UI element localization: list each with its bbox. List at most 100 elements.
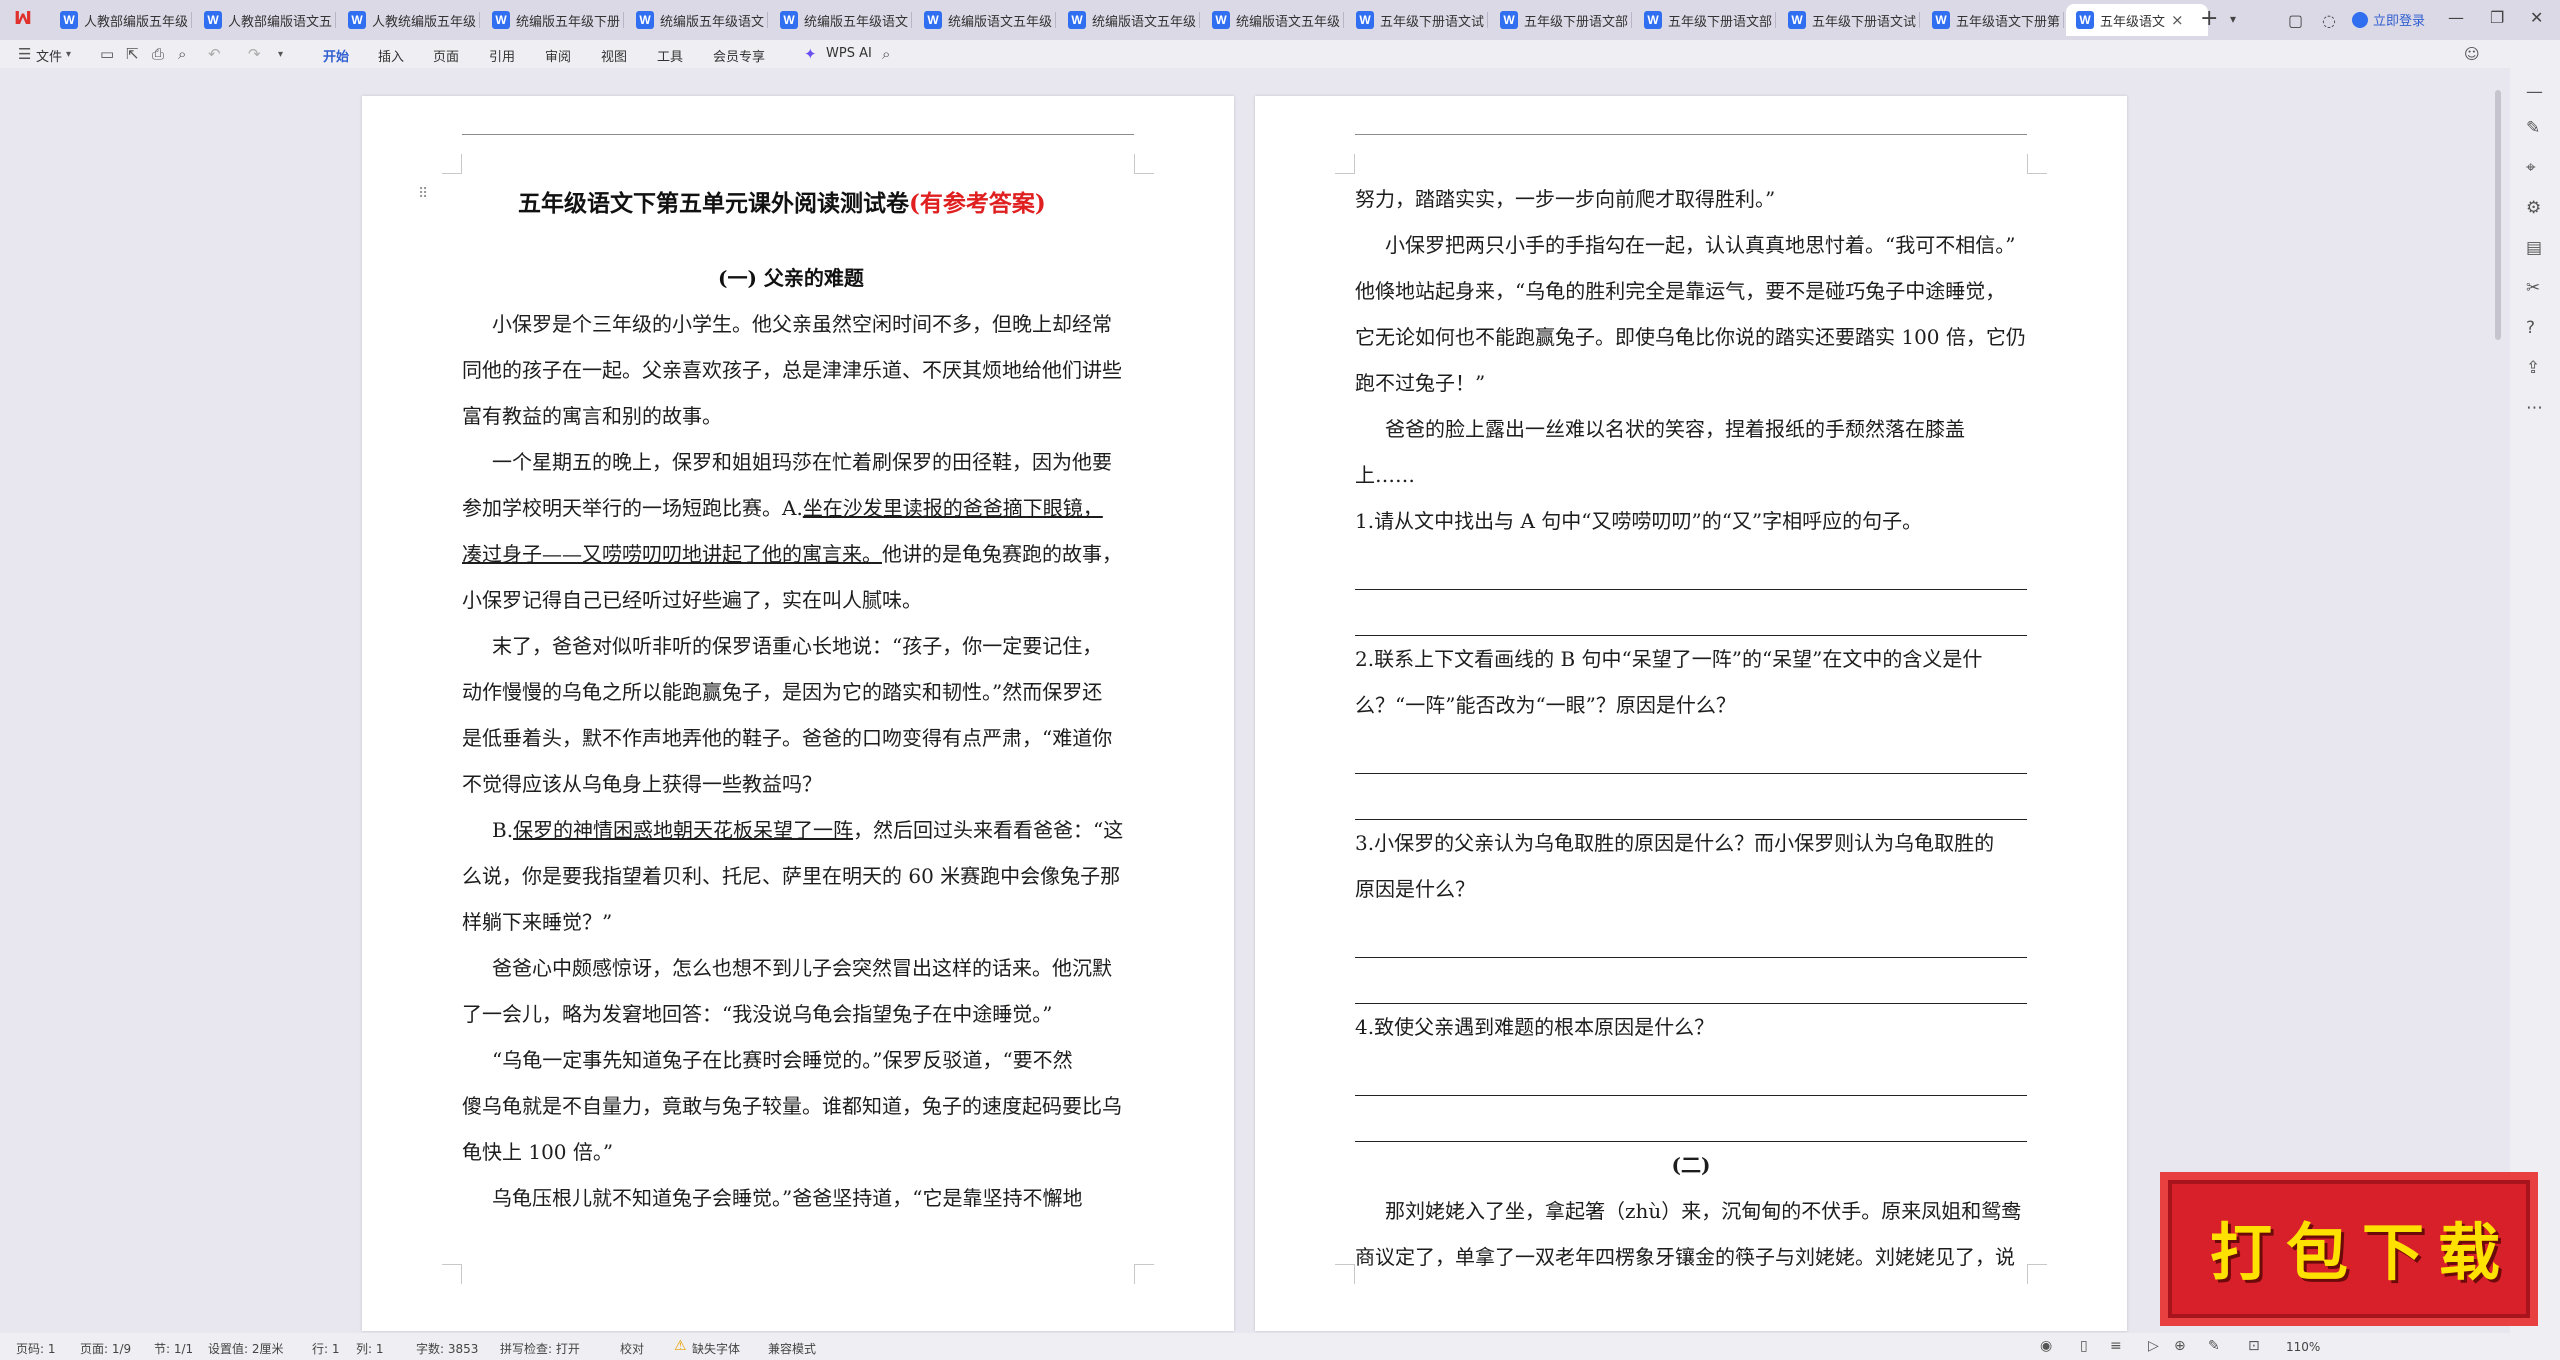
search-icon[interactable]: ⌕ [882, 45, 890, 63]
outline-icon[interactable]: ≡ [2110, 1338, 2122, 1354]
tools-icon[interactable]: ✂ [2526, 278, 2540, 298]
web-view-icon[interactable]: ⊕ [2174, 1338, 2186, 1354]
wps-logo-icon[interactable]: ꟽ [14, 8, 38, 32]
tab-list-chevron-icon[interactable]: ▾ [2230, 12, 2236, 26]
fit-icon[interactable]: ⊡ [2248, 1338, 2260, 1354]
ribbon-tab[interactable]: 视图 [601, 46, 627, 65]
status-col[interactable]: 列: 1 [356, 1340, 384, 1357]
document-tab[interactable]: W 统编版语文五年级 [914, 4, 1056, 36]
close-tab-icon[interactable]: × [2171, 11, 2184, 29]
paragraph-line: 它无论如何也不能跑赢兔子。即使乌龟比你说的踏实还要踏实 100 倍，它仍 [1355, 325, 2026, 349]
play-icon[interactable]: ▷ [2148, 1338, 2159, 1354]
zoom-level[interactable]: 110% [2286, 1340, 2320, 1354]
tab-label: 统编版语文五年级 [1092, 14, 1197, 30]
ribbon-tab[interactable]: 开始 [323, 46, 349, 65]
write-icon[interactable]: ✎ [2208, 1338, 2220, 1354]
vertical-scrollbar[interactable] [2495, 90, 2501, 340]
answer-line[interactable] [1355, 728, 2027, 774]
status-bar: 页码: 1 页面: 1/9 节: 1/1 设置值: 2厘米 行: 1 列: 1 … [0, 1333, 2560, 1360]
document-tab[interactable]: W 统编版五年级语文 [770, 4, 912, 36]
status-section[interactable]: 节: 1/1 [154, 1340, 193, 1357]
tab-bar: ꟽ W 人教部编版五年级 W 人教部编版语文五 W 人教统编版五年级 W 统编版五年级下册 W 统… [0, 0, 2560, 40]
login-button[interactable]: 立即登录 [2352, 10, 2425, 29]
share-side-icon[interactable]: ⇪ [2526, 358, 2540, 378]
settings-icon[interactable]: ⚙ [2526, 198, 2541, 218]
document-tab[interactable]: W 人教部编版五年级 [50, 4, 192, 36]
ribbon-tab[interactable]: 引用 [489, 46, 515, 65]
collapse-icon[interactable]: — [2526, 82, 2543, 102]
undo-icon[interactable]: ↶ [208, 45, 221, 63]
save-icon[interactable]: ▭ [100, 45, 114, 63]
document-tab[interactable]: W 统编版语文五年级 [1202, 4, 1344, 36]
collaborate-icon[interactable]: ☺ [2464, 45, 2480, 63]
window-mode-icon[interactable]: ▢ [2288, 11, 2303, 30]
ribbon-tab[interactable]: 插入 [378, 46, 404, 65]
page-view-icon[interactable]: ▯ [2080, 1338, 2088, 1354]
document-tab[interactable]: W 五年级下册语文部 [1490, 4, 1632, 36]
tab-separator [1487, 12, 1488, 28]
status-font[interactable]: 缺失字体 [692, 1340, 740, 1357]
status-pages[interactable]: 页面: 1/9 [80, 1340, 131, 1357]
layout-icon[interactable]: ▤ [2526, 238, 2542, 258]
answer-line[interactable] [1355, 590, 2027, 636]
status-compat[interactable]: 兼容模式 [768, 1340, 816, 1357]
select-icon[interactable]: ⌖ [2526, 158, 2536, 178]
drag-handle-icon[interactable]: ⠿ [418, 186, 428, 202]
document-tab[interactable]: W 五年级语文下册第 [1922, 4, 2064, 36]
more-icon[interactable]: ⋯ [2526, 398, 2543, 418]
menu-icon[interactable]: ☰ [18, 45, 31, 63]
minimize-icon[interactable]: — [2448, 8, 2464, 27]
crop-mark [2027, 154, 2047, 174]
wps-ai-icon[interactable]: ✦ [804, 45, 817, 63]
answer-line[interactable] [1355, 544, 2027, 590]
skin-icon[interactable]: ◌ [2322, 11, 2336, 30]
status-setting[interactable]: 设置值: 2厘米 [208, 1340, 284, 1357]
document-tab[interactable]: W 五年级下册语文部 [1634, 4, 1776, 36]
close-icon[interactable]: ✕ [2530, 8, 2543, 27]
document-tab[interactable]: W 统编版五年级语文 [626, 4, 768, 36]
answer-line[interactable] [1355, 774, 2027, 820]
new-tab-button[interactable]: + [2200, 6, 2218, 31]
download-banner[interactable]: 打包下载 [2160, 1172, 2538, 1326]
restore-icon[interactable]: ❐ [2490, 8, 2504, 27]
ribbon-tab[interactable]: 审阅 [545, 46, 571, 65]
answer-line[interactable] [1355, 1096, 2027, 1142]
document-tab[interactable]: W 五年级下册语文试 [1778, 4, 1920, 36]
paragraph-line: “乌龟一定事先知道兔子在比赛时会睡觉的。”保罗反驳道，“要不然 [492, 1048, 1073, 1072]
crop-mark [1335, 154, 1355, 174]
ribbon-tab[interactable]: 会员专享 [713, 46, 765, 65]
status-row[interactable]: 行: 1 [312, 1340, 340, 1357]
answer-line[interactable] [1355, 958, 2027, 1004]
print-icon[interactable]: ⎙ [152, 45, 164, 63]
document-tab[interactable]: W 统编版语文五年级 [1058, 4, 1200, 36]
preview-icon[interactable]: ⌕ [178, 45, 186, 63]
status-proof[interactable]: 校对 [620, 1340, 644, 1357]
document-tab[interactable]: W 统编版五年级下册 [482, 4, 624, 36]
redo-icon[interactable]: ↷ [248, 45, 261, 63]
ribbon-tab[interactable]: 页面 [433, 46, 459, 65]
ribbon-tab[interactable]: 工具 [657, 46, 683, 65]
status-spell[interactable]: 拼写检查: 打开 [500, 1340, 580, 1357]
export-icon[interactable]: ⇱ [126, 45, 139, 63]
underlined-sentence-a: 坐在沙发里读报的爸爸摘下眼镜， [802, 496, 1103, 520]
word-doc-icon: W [1356, 11, 1374, 29]
answer-line[interactable] [1355, 1050, 2027, 1096]
paragraph-line: 末了，爸爸对似听非听的保罗语重心长地说：“孩子，你一定要记住， [492, 634, 1103, 658]
pen-icon[interactable]: ✎ [2526, 118, 2540, 138]
document-tab[interactable]: W 五年级下册语文试 [1346, 4, 1488, 36]
answer-line[interactable] [1355, 912, 2027, 958]
document-tab[interactable]: W 人教统编版五年级 [338, 4, 480, 36]
word-doc-icon: W [1068, 11, 1086, 29]
wps-ai-button[interactable]: WPS AI [826, 46, 872, 61]
paragraph-line: 3.小保罗的父亲认为乌龟取胜的原因是什么？而小保罗则认为乌龟取胜的 [1355, 831, 1995, 855]
quick-access-chevron-icon[interactable]: ▾ [278, 49, 283, 60]
eye-icon[interactable]: ◉ [2040, 1338, 2052, 1354]
tab-label: 人教统编版五年级 [372, 14, 477, 30]
help-icon[interactable]: ? [2526, 318, 2535, 338]
file-menu[interactable]: 文件 [36, 46, 62, 65]
file-chevron-icon[interactable]: ▾ [66, 49, 71, 60]
status-page[interactable]: 页码: 1 [16, 1340, 56, 1357]
status-words[interactable]: 字数: 3853 [416, 1340, 478, 1357]
document-tab[interactable]: W 五年级语文 × [2066, 4, 2208, 36]
document-tab[interactable]: W 人教部编版语文五 [194, 4, 336, 36]
